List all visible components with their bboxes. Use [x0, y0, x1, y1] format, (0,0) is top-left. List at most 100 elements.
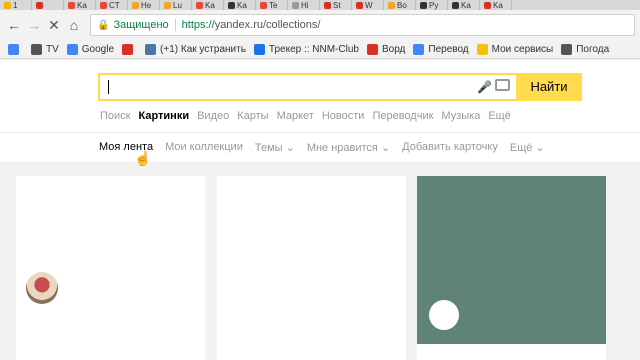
- browser-tab[interactable]: Ka: [480, 0, 512, 10]
- browser-tab[interactable]: Ka: [192, 0, 224, 10]
- bookmarks-bar: TV Google (+1) Как устранить Трекер :: NNM-…: [0, 40, 640, 59]
- bookmark-item[interactable]: [122, 43, 137, 55]
- bookmark-item[interactable]: Трекер :: NNM-Club: [253, 43, 359, 55]
- tab-favicon-icon: [100, 1, 107, 9]
- browser-tab[interactable]: Bo: [384, 0, 416, 10]
- browser-tab[interactable]: Py: [416, 0, 448, 10]
- collection-card[interactable]: [217, 176, 406, 360]
- tab-favicon-icon: [388, 1, 395, 9]
- browser-tab[interactable]: W: [352, 0, 384, 10]
- camera-icon[interactable]: [495, 79, 510, 91]
- service-link[interactable]: Маркет: [277, 110, 314, 122]
- service-link[interactable]: Картинки: [138, 110, 189, 122]
- lock-icon: 🔒: [97, 19, 110, 31]
- browser-tab[interactable]: Te: [256, 0, 288, 10]
- apps-icon: [8, 43, 19, 55]
- service-link[interactable]: Ещё: [488, 110, 511, 122]
- microphone-icon[interactable]: 🎤: [477, 80, 492, 94]
- collections-nav-item[interactable]: Мои коллекции: [165, 141, 243, 154]
- home-icon[interactable]: ⌂: [64, 15, 84, 35]
- avatar[interactable]: [26, 272, 58, 304]
- text-cursor: [108, 80, 109, 94]
- search-input[interactable]: 🎤 Найти: [98, 73, 582, 101]
- bookmark-label: Google: [81, 43, 115, 55]
- search-button[interactable]: Найти: [516, 73, 582, 101]
- tv-icon: [31, 43, 42, 55]
- collections-nav-item[interactable]: Ещё ⌄: [510, 141, 545, 154]
- collections-nav: Моя лента Мои коллекции Темы ⌄ Мне нравится…: [0, 132, 640, 162]
- tab-favicon-icon: [324, 1, 331, 9]
- pointer-cursor-icon: ☝: [134, 150, 152, 166]
- tab-label: He: [141, 0, 152, 10]
- collections-nav-item[interactable]: Добавить карточку: [402, 141, 498, 154]
- secure-label: Защищено: [113, 19, 169, 31]
- folder-icon: [476, 43, 488, 55]
- bookmark-label: Погода: [576, 43, 610, 55]
- url-protocol: https://: [181, 19, 215, 31]
- tab-favicon-icon: [196, 1, 203, 9]
- stop-icon[interactable]: ✕: [44, 15, 64, 35]
- browser-tab[interactable]: Ka: [64, 0, 96, 10]
- nnm-icon: [253, 43, 265, 55]
- tab-favicon-icon: [260, 1, 267, 9]
- browser-tab[interactable]: [32, 0, 64, 10]
- bookmark-item[interactable]: Ворд: [366, 43, 406, 55]
- bookmark-item[interactable]: [8, 43, 23, 55]
- service-link[interactable]: Видео: [197, 110, 229, 122]
- collection-card[interactable]: [16, 176, 205, 360]
- tab-favicon-icon: [420, 1, 427, 9]
- service-link[interactable]: Музыка: [441, 110, 480, 122]
- collections-nav-item[interactable]: Темы ⌄: [255, 141, 295, 154]
- browser-tab[interactable]: Ka: [224, 0, 256, 10]
- bookmark-item[interactable]: (+1) Как устранить: [145, 43, 246, 55]
- service-link[interactable]: Переводчик: [372, 110, 433, 122]
- bookmark-item[interactable]: Google: [66, 43, 115, 55]
- tab-label: Py: [429, 0, 439, 10]
- bookmark-label: Ворд: [381, 43, 406, 55]
- browser-tab[interactable]: Hi: [288, 0, 320, 10]
- tab-favicon-icon: [356, 1, 363, 9]
- bookmark-item[interactable]: Перевод: [413, 43, 469, 55]
- url-path: yandex.ru/collections/: [214, 19, 321, 31]
- bookmark-label: (+1) Как устранить: [160, 43, 246, 55]
- tab-favicon-icon: [164, 1, 171, 9]
- bookmark-item[interactable]: Погода: [561, 43, 610, 55]
- browser-tab[interactable]: St: [320, 0, 352, 10]
- tab-favicon-icon: [36, 1, 43, 9]
- tab-label: Te: [269, 0, 278, 10]
- browser-tab[interactable]: Lu: [160, 0, 192, 10]
- collections-nav-item[interactable]: Мне нравится ⌄: [307, 141, 390, 154]
- tab-label: W: [365, 0, 373, 10]
- google-icon: [66, 43, 78, 55]
- services-nav: Поиск Картинки Видео Карты Маркет Новости Пере…: [100, 110, 511, 122]
- tab-label: Ka: [77, 0, 87, 10]
- bookmark-item[interactable]: Мои сервисы: [476, 43, 553, 55]
- bookmark-item[interactable]: TV: [31, 43, 59, 55]
- browser-tab[interactable]: He: [128, 0, 160, 10]
- tab-label: Ka: [493, 0, 503, 10]
- card-circle: [429, 300, 459, 330]
- collection-card[interactable]: [417, 176, 606, 360]
- tab-strip: 1 Ka CT He Lu Ka Ka Te Hi St W Bo Py Ka Ka: [0, 0, 640, 10]
- forward-icon[interactable]: →: [24, 15, 44, 35]
- tab-label: Ka: [461, 0, 471, 10]
- address-bar[interactable]: 🔒 Защищено https:// yandex.ru/collection…: [90, 14, 635, 36]
- tab-favicon-icon: [452, 1, 459, 9]
- tab-label: CT: [109, 0, 120, 10]
- tab-favicon-icon: [484, 1, 491, 9]
- weather-icon: [561, 43, 573, 55]
- browser-tab[interactable]: 1: [0, 0, 32, 10]
- bookmark-label: Трекер :: NNM-Club: [268, 43, 359, 55]
- tab-label: Ka: [237, 0, 247, 10]
- page-content: 🎤 Найти Поиск Картинки Видео Карты Маркет Нов…: [0, 60, 640, 360]
- browser-tab[interactable]: CT: [96, 0, 128, 10]
- service-link[interactable]: Новости: [322, 110, 365, 122]
- tab-label: St: [333, 0, 341, 10]
- tab-favicon-icon: [292, 1, 299, 9]
- tab-label: Hi: [301, 0, 309, 10]
- service-link[interactable]: Поиск: [100, 110, 130, 122]
- browser-tab[interactable]: Ka: [448, 0, 480, 10]
- service-link[interactable]: Карты: [237, 110, 268, 122]
- back-icon[interactable]: ←: [4, 15, 24, 35]
- browser-toolbar: ← → ✕ ⌂ 🔒 Защищено https:// yandex.ru/co…: [0, 10, 640, 40]
